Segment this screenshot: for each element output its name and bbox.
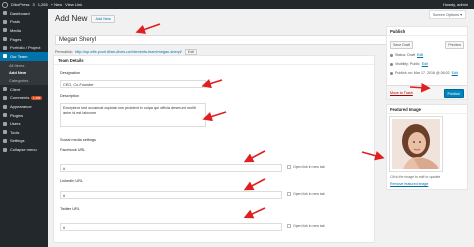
arrow-to-description xyxy=(202,111,227,122)
arrow-to-title xyxy=(135,23,161,34)
annotation-arrows xyxy=(135,23,431,219)
arrow-to-publish xyxy=(409,82,431,93)
arrow-to-designation xyxy=(201,78,223,89)
arrow-to-linkedin xyxy=(243,178,266,191)
arrow-to-featured-image xyxy=(361,151,385,161)
arrow-to-twitter xyxy=(243,207,266,219)
arrow-to-facebook xyxy=(243,150,266,163)
